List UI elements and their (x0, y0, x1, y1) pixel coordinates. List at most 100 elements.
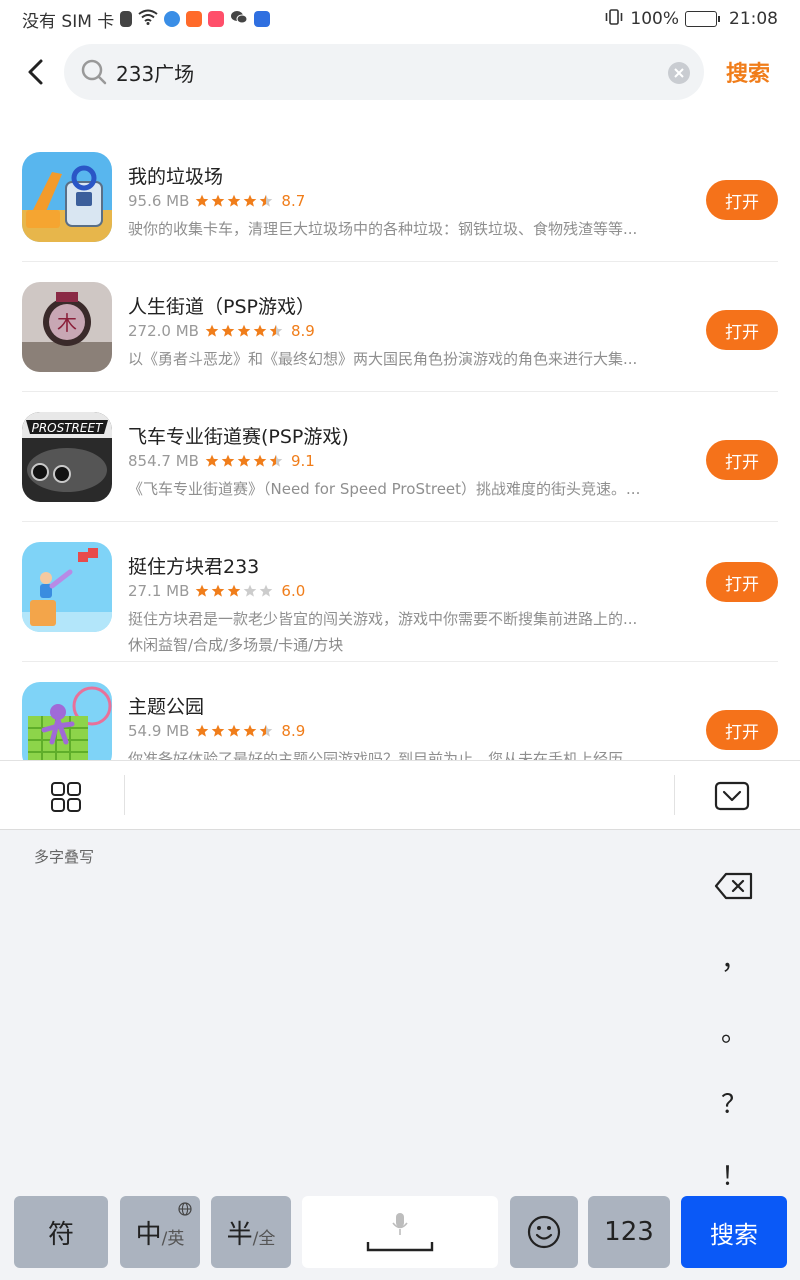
star-icon (196, 194, 209, 207)
back-button[interactable] (20, 54, 50, 90)
app-meta: 54.9 MB 8.9 (128, 722, 305, 740)
emoji-icon (527, 1215, 561, 1249)
app-description: 以《勇者斗恶龙》和《最终幻想》两大国民角色扮演游戏的角色来进行大集... (128, 350, 638, 368)
star-rating (205, 324, 283, 338)
list-item[interactable]: 我的垃圾场 95.6 MB 8.7 驶你的收集卡车，清理巨大垃圾场中的各种垃圾：… (22, 132, 778, 262)
app-rating: 8.7 (281, 192, 306, 210)
app-title: 主题公园 (128, 696, 205, 718)
alert-icon (120, 11, 133, 27)
question-key[interactable]: ？ (721, 1066, 747, 1138)
app-description: 挺住方块君是一款老少皆宜的闯关游戏，游戏中你需要不断搜集前进路上的... (128, 610, 638, 628)
app-meta: 272.0 MB 8.9 (128, 322, 315, 340)
emoji-key[interactable] (510, 1196, 578, 1268)
status-right: 100% 21:08 (604, 8, 778, 30)
star-icon (228, 584, 241, 597)
open-button[interactable]: 打开 (706, 710, 778, 750)
app-icon-prostreet: PROSTREET (22, 412, 112, 502)
keyboard-hide-icon (714, 781, 750, 811)
star-icon (253, 454, 267, 467)
star-icon (221, 324, 235, 337)
width-sub-label: /全 (252, 1228, 276, 1249)
search-input[interactable]: 233广场 (116, 58, 194, 87)
star-icon (205, 454, 219, 467)
star-icon (260, 194, 273, 207)
width-switch-key[interactable]: 半/全 (211, 1196, 291, 1268)
list-item[interactable]: PROSTREET 飞车专业街道赛(PSP游戏) 854.7 MB 9.1 《飞… (22, 392, 778, 522)
app-rating: 9.1 (290, 452, 315, 470)
app-meta: 95.6 MB 8.7 (128, 192, 305, 210)
numbers-key[interactable]: 123 (588, 1196, 670, 1268)
battery-percent: 100% (630, 9, 679, 29)
star-icon (244, 724, 257, 737)
language-switch-key[interactable]: 中/英 (120, 1196, 200, 1268)
app-list: 我的垃圾场 95.6 MB 8.7 驶你的收集卡车，清理巨大垃圾场中的各种垃圾：… (0, 132, 800, 760)
handwriting-mode-label: 多字叠写 (34, 848, 95, 866)
star-icon (237, 324, 251, 337)
app-rating: 8.9 (281, 722, 306, 740)
keyboard-search-key[interactable]: 搜索 (681, 1196, 787, 1268)
globe-icon (178, 1202, 192, 1216)
toolbar-divider (674, 775, 675, 815)
open-button[interactable]: 打开 (706, 562, 778, 602)
app-size: 27.1 MB (128, 582, 190, 600)
app-title: 我的垃圾场 (128, 166, 224, 188)
svg-text:木: 木 (57, 311, 77, 335)
close-icon (674, 68, 684, 78)
battery-icon (685, 11, 720, 27)
app-meta: 27.1 MB 6.0 (128, 582, 305, 600)
sim-status-text: 没有 SIM 卡 (22, 11, 115, 32)
search-field[interactable]: 233广场 (64, 44, 704, 100)
hide-keyboard-button[interactable] (714, 781, 750, 811)
app-icon-theme-park (22, 682, 112, 760)
keyboard-menu-button[interactable] (50, 781, 82, 813)
list-item[interactable]: 主题公园 54.9 MB 8.9 你准备好体验了最好的主题公园游戏吗？到目前为止… (22, 662, 778, 760)
video-app-icon (186, 11, 203, 27)
handwriting-keyboard[interactable]: 多字叠写 ， 。 ？ ！ 符 中/英 半/全 123 搜索 (0, 830, 800, 1280)
star-icon (260, 584, 273, 597)
star-icon (253, 324, 267, 337)
star-icon (212, 584, 225, 597)
list-item[interactable]: 木 人生街道（PSP游戏） 272.0 MB 8.9 以《勇者斗恶龙》和《最终幻… (22, 262, 778, 392)
star-rating (195, 194, 273, 208)
clear-search-button[interactable] (668, 62, 690, 84)
store-app-icon (208, 11, 225, 27)
open-button[interactable]: 打开 (706, 180, 778, 220)
width-main-label: 半 (226, 1219, 253, 1250)
star-icon (244, 194, 257, 207)
browser-icon (164, 11, 181, 27)
app-icon-block-hero (22, 542, 112, 632)
backspace-icon (714, 872, 753, 900)
star-icon (244, 584, 257, 597)
star-icon (205, 324, 219, 337)
open-button[interactable]: 打开 (706, 440, 778, 480)
app-description: 《飞车专业街道赛》（Need for Speed ProStreet）挑战难度的… (128, 480, 641, 498)
star-icon (269, 324, 283, 337)
search-button[interactable]: 搜索 (726, 56, 770, 88)
svg-text:PROSTREET: PROSTREET (32, 421, 104, 435)
app-icon-junkyard (22, 152, 112, 242)
keyboard-bottom-row: 符 中/英 半/全 123 搜索 (0, 1196, 800, 1270)
space-key[interactable] (302, 1196, 498, 1268)
app-icon-street-life: 木 (22, 282, 112, 372)
search-bar: 233广场 搜索 (0, 44, 800, 100)
vibrate-icon (604, 8, 624, 30)
status-left: 没有 SIM 卡 (22, 7, 271, 32)
period-key[interactable]: 。 (721, 994, 747, 1066)
open-button[interactable]: 打开 (706, 310, 778, 350)
app-size: 54.9 MB (128, 722, 190, 740)
list-item[interactable]: 挺住方块君233 27.1 MB 6.0 挺住方块君是一款老少皆宜的闯关游戏，游… (22, 522, 778, 662)
star-icon (196, 584, 209, 597)
keyboard-side-keys: ， 。 ？ ！ (712, 850, 756, 1210)
status-bar: 没有 SIM 卡 100% 21:08 (0, 0, 800, 38)
comma-key[interactable]: ， (721, 922, 747, 994)
search-icon (81, 59, 107, 85)
lang-main-label: 中 (135, 1219, 162, 1250)
backspace-key[interactable] (714, 850, 754, 922)
grid-icon (51, 782, 81, 812)
star-icon (212, 724, 225, 737)
star-rating (195, 724, 273, 738)
security-app-icon (254, 11, 271, 27)
app-size: 95.6 MB (128, 192, 190, 210)
symbol-key[interactable]: 符 (14, 1196, 108, 1268)
app-size: 854.7 MB (128, 452, 199, 470)
